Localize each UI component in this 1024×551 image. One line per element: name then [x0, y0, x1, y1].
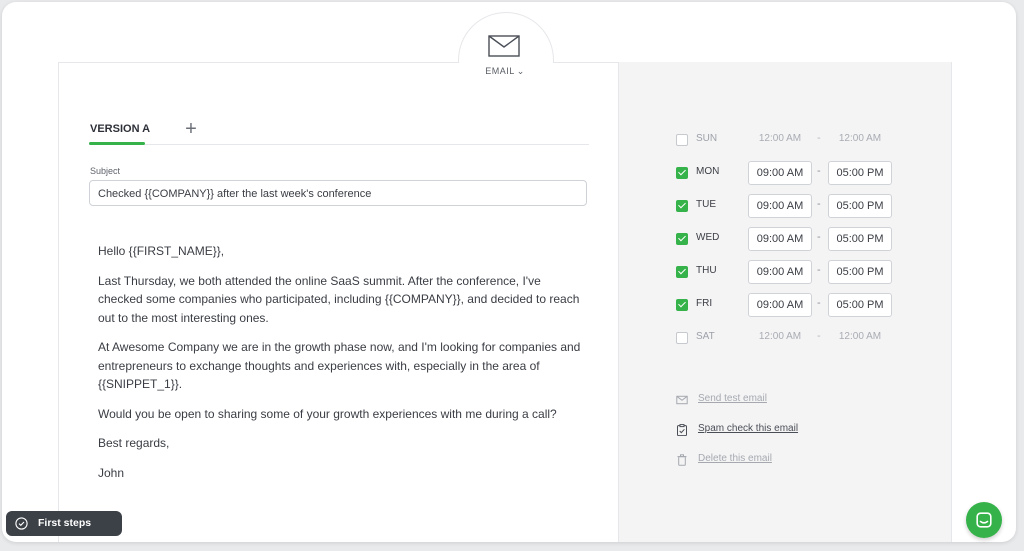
subject-label: Subject [90, 166, 121, 176]
day-checkbox[interactable] [676, 233, 688, 245]
time-separator: - [817, 132, 821, 144]
day-checkbox[interactable] [676, 200, 688, 212]
schedule-row-fri: FRI 09:00 AM - 05:00 PM [676, 293, 906, 317]
body-paragraph: Would you be open to sharing some of you… [98, 406, 557, 421]
day-label: WED [696, 232, 720, 243]
active-tab-indicator [89, 142, 145, 145]
from-time-input[interactable]: 09:00 AM [748, 227, 812, 251]
day-label: TUE [696, 199, 716, 210]
to-time-input[interactable]: 05:00 PM [828, 161, 892, 185]
app-window: EMAIL ⌄ VERSION A + Subject Checked {{COM… [2, 2, 1016, 542]
from-time-input[interactable]: 12:00 AM [748, 128, 812, 152]
to-time-input[interactable]: 12:00 AM [828, 128, 892, 152]
day-checkbox[interactable] [676, 266, 688, 278]
schedule-row-mon: MON 09:00 AM - 05:00 PM [676, 161, 906, 185]
first-steps-button[interactable]: First steps [6, 511, 122, 536]
from-time-input[interactable]: 09:00 AM [748, 161, 812, 185]
schedule-row-wed: WED 09:00 AM - 05:00 PM [676, 227, 906, 251]
time-separator: - [817, 330, 821, 342]
from-time-input[interactable]: 09:00 AM [748, 293, 812, 317]
plus-icon[interactable]: + [182, 119, 200, 139]
tab-version-a[interactable]: VERSION A [90, 123, 150, 135]
clipboard-icon [677, 424, 687, 436]
schedule-row-tue: TUE 09:00 AM - 05:00 PM [676, 194, 906, 218]
subject-input[interactable]: Checked {{COMPANY}} after the last week'… [89, 180, 587, 206]
email-body-editor[interactable]: Hello {{FIRST_NAME}}, Last Thursday, we … [98, 242, 588, 493]
envelope-icon [676, 395, 688, 405]
day-label: SUN [696, 133, 718, 144]
to-time-input[interactable]: 05:00 PM [828, 293, 892, 317]
to-time-input[interactable]: 05:00 PM [828, 194, 892, 218]
time-separator: - [817, 198, 821, 210]
to-time-input[interactable]: 12:00 AM [828, 326, 892, 350]
schedule-row-sat: SAT 12:00 AM - 12:00 AM [676, 326, 906, 350]
day-checkbox[interactable] [676, 167, 688, 179]
to-time-input[interactable]: 05:00 PM [828, 227, 892, 251]
delete-email-label: Delete this email [698, 453, 772, 464]
time-separator: - [817, 231, 821, 243]
day-label: SAT [696, 331, 715, 342]
trash-icon [677, 454, 687, 466]
to-time-input[interactable]: 05:00 PM [828, 260, 892, 284]
chevron-down-icon: ⌄ [516, 66, 525, 76]
day-checkbox[interactable] [676, 299, 688, 311]
first-steps-label: First steps [38, 517, 92, 529]
envelope-icon [488, 35, 520, 57]
time-separator: - [817, 165, 821, 177]
body-paragraph: At Awesome Company we are in the growth … [98, 340, 581, 391]
body-paragraph: John [98, 465, 125, 480]
chat-button[interactable] [966, 502, 1002, 538]
spam-check-label: Spam check this email [698, 423, 799, 434]
tab-divider [89, 144, 589, 145]
body-paragraph: Hello {{FIRST_NAME}}, [98, 244, 225, 258]
from-time-input[interactable]: 12:00 AM [748, 326, 812, 350]
chat-icon [976, 512, 992, 528]
day-checkbox[interactable] [676, 134, 688, 146]
time-separator: - [817, 264, 821, 276]
day-checkbox[interactable] [676, 332, 688, 344]
check-circle-icon [15, 517, 28, 530]
day-label: THU [696, 265, 717, 276]
body-paragraph: Last Thursday, we both attended the onli… [98, 273, 580, 325]
day-label: FRI [696, 298, 713, 309]
step-type-dropdown[interactable]: EMAIL ⌄ [472, 66, 538, 77]
schedule-row-sun: SUN 12:00 AM - 12:00 AM [676, 128, 906, 152]
send-test-email-label: Send test email [698, 393, 767, 404]
time-separator: - [817, 297, 821, 309]
from-time-input[interactable]: 09:00 AM [748, 194, 812, 218]
from-time-input[interactable]: 09:00 AM [748, 260, 812, 284]
body-paragraph: Best regards, [98, 436, 170, 450]
step-type-label: EMAIL [485, 66, 515, 76]
schedule-row-thu: THU 09:00 AM - 05:00 PM [676, 260, 906, 284]
day-label: MON [696, 166, 720, 177]
